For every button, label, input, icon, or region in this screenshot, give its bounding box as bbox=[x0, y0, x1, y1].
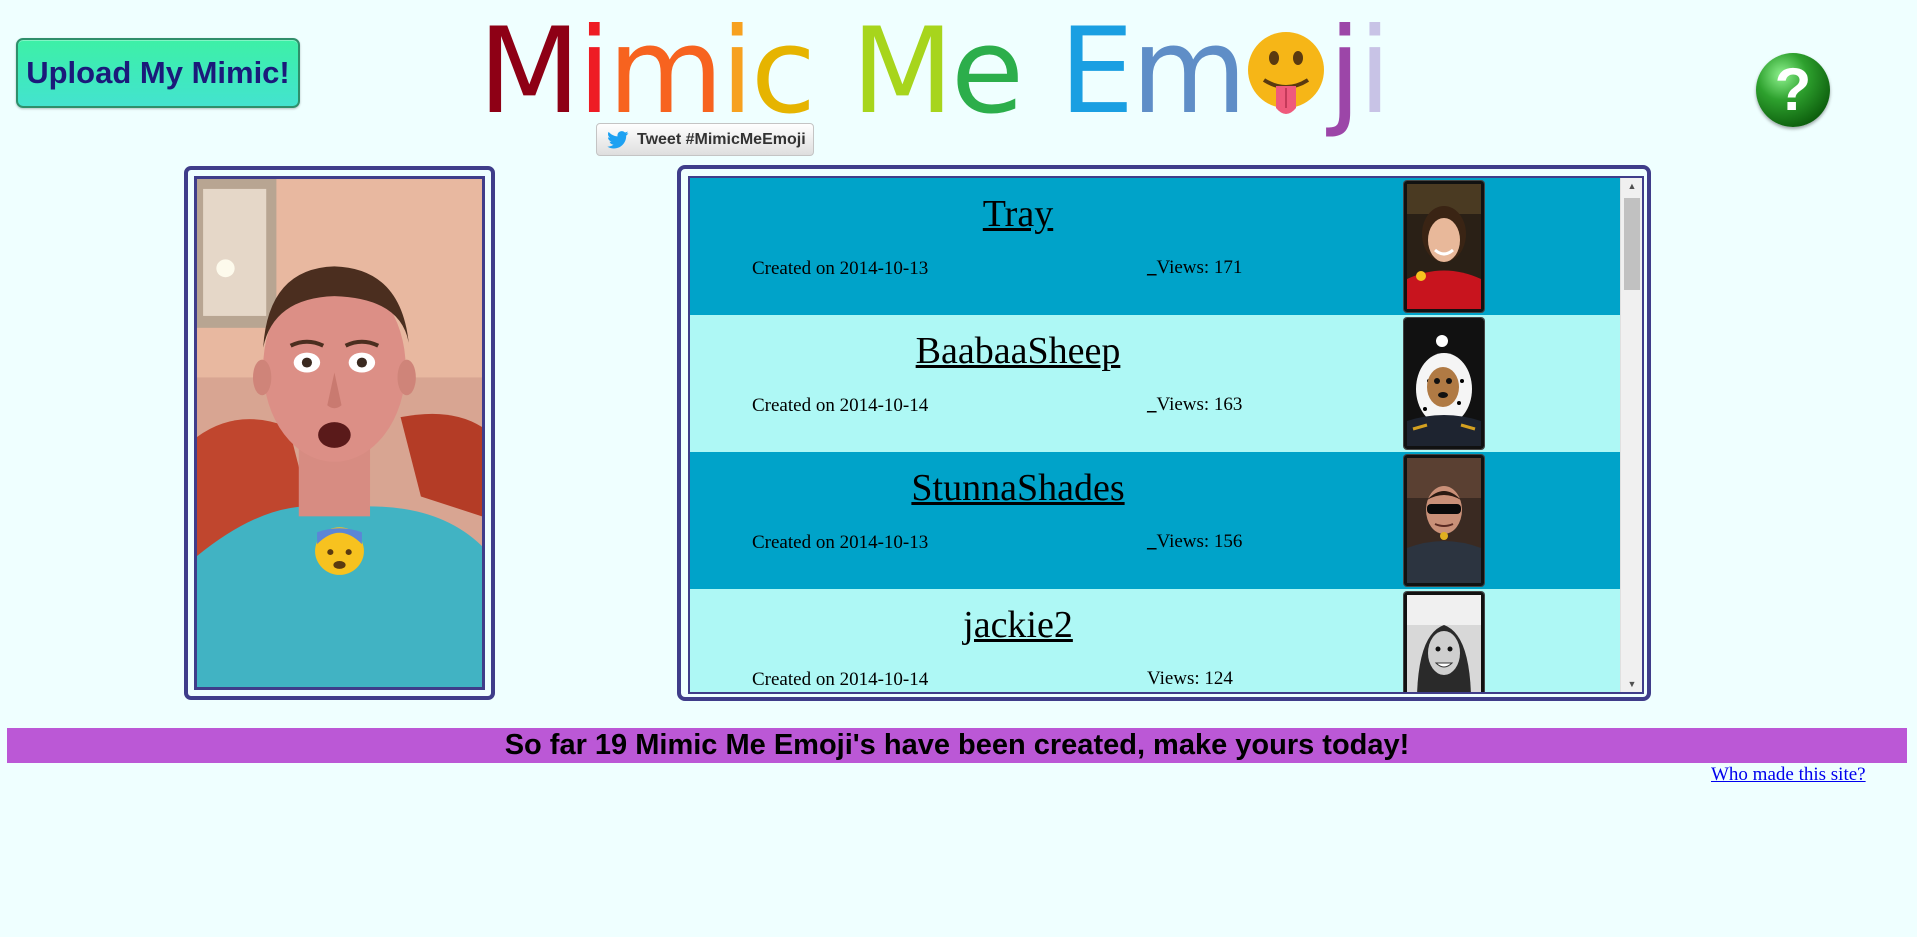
view-count: Views: 124 bbox=[1147, 668, 1233, 690]
featured-mimic-panel bbox=[184, 166, 495, 700]
mimic-list: Tray Created on 2014-10-13 _Views: 171 Baab… bbox=[690, 178, 1620, 692]
mimic-thumbnail[interactable] bbox=[1404, 592, 1484, 692]
tweet-button[interactable]: Tweet #MimicMeEmoji bbox=[596, 123, 814, 156]
scroll-down-arrow-icon[interactable]: ▼ bbox=[1621, 676, 1642, 692]
page: Upload My Mimic! Mimic Me Em ji Tweet #Mimi… bbox=[0, 0, 1917, 937]
title-letter: i bbox=[1358, 3, 1391, 141]
who-made-this-site-link[interactable]: Who made this site? bbox=[1711, 764, 1866, 786]
created-date: Created on 2014-10-14 bbox=[752, 395, 929, 416]
mimic-name-link[interactable]: StunnaShades bbox=[690, 466, 1346, 510]
view-count: _Views: 171 bbox=[1147, 257, 1242, 279]
created-date: Created on 2014-10-14 bbox=[752, 669, 929, 690]
scrollbar-thumb[interactable] bbox=[1624, 198, 1640, 290]
view-count-label: Views: 163 bbox=[1156, 394, 1243, 415]
site-title: Mimic Me Em ji bbox=[478, 2, 1391, 142]
mimic-name-link[interactable]: jackie2 bbox=[690, 603, 1346, 647]
title-letter: i bbox=[577, 3, 611, 141]
view-count-prefix: _ bbox=[1147, 257, 1157, 278]
view-count-label: Views: 124 bbox=[1147, 668, 1233, 689]
mimic-name-link[interactable]: Tray bbox=[690, 192, 1346, 236]
view-count-prefix: _ bbox=[1147, 531, 1157, 552]
title-letter: m bbox=[1131, 3, 1247, 141]
title-letter: m bbox=[607, 3, 724, 141]
twitter-bird-icon bbox=[607, 130, 629, 148]
view-count: _Views: 156 bbox=[1147, 531, 1242, 553]
tweet-button-label: Tweet #MimicMeEmoji bbox=[637, 130, 806, 148]
title-letter: i bbox=[720, 3, 754, 141]
scroll-up-arrow-icon[interactable]: ▲ bbox=[1621, 178, 1642, 194]
title-letter: M bbox=[478, 3, 581, 141]
created-date: Created on 2014-10-13 bbox=[752, 258, 929, 279]
view-count-prefix: _ bbox=[1147, 394, 1157, 415]
view-count: _Views: 163 bbox=[1147, 394, 1242, 416]
question-mark-icon[interactable]: ? bbox=[1756, 53, 1830, 127]
title-letter: M bbox=[851, 3, 954, 141]
view-count-label: Views: 156 bbox=[1156, 531, 1243, 552]
list-item: Tray Created on 2014-10-13 _Views: 171 bbox=[690, 178, 1620, 315]
mimic-thumbnail[interactable] bbox=[1404, 455, 1484, 586]
list-item: jackie2 Created on 2014-10-14 Views: 124 bbox=[690, 589, 1620, 692]
title-letter: j bbox=[1328, 3, 1361, 141]
list-item: BaabaaSheep Created on 2014-10-14 _Views: … bbox=[690, 315, 1620, 452]
mimic-name-link[interactable]: BaabaaSheep bbox=[690, 329, 1346, 373]
mimic-thumbnail[interactable] bbox=[1404, 318, 1484, 449]
mimic-thumbnail[interactable] bbox=[1404, 181, 1484, 312]
created-date: Created on 2014-10-13 bbox=[752, 532, 929, 553]
title-letter: e bbox=[950, 3, 1024, 141]
title-letter: c bbox=[750, 3, 816, 141]
mimic-list-panel: Tray Created on 2014-10-13 _Views: 171 Baab… bbox=[677, 165, 1651, 701]
view-count-label: Views: 171 bbox=[1156, 257, 1243, 278]
featured-mimic-photo[interactable] bbox=[194, 176, 485, 690]
list-scrollbar[interactable]: ▲ ▼ bbox=[1620, 178, 1642, 692]
created-count-banner: So far 19 Mimic Me Emoji's have been cre… bbox=[7, 728, 1907, 763]
upload-mimic-button[interactable]: Upload My Mimic! bbox=[16, 38, 300, 108]
tongue-out-emoji-icon bbox=[1246, 32, 1326, 116]
featured-mimic-image bbox=[197, 179, 482, 687]
list-item: StunnaShades Created on 2014-10-13 _Views:… bbox=[690, 452, 1620, 589]
title-letter: E bbox=[1059, 3, 1134, 141]
mimic-list-viewport[interactable]: Tray Created on 2014-10-13 _Views: 171 Baab… bbox=[688, 176, 1644, 694]
